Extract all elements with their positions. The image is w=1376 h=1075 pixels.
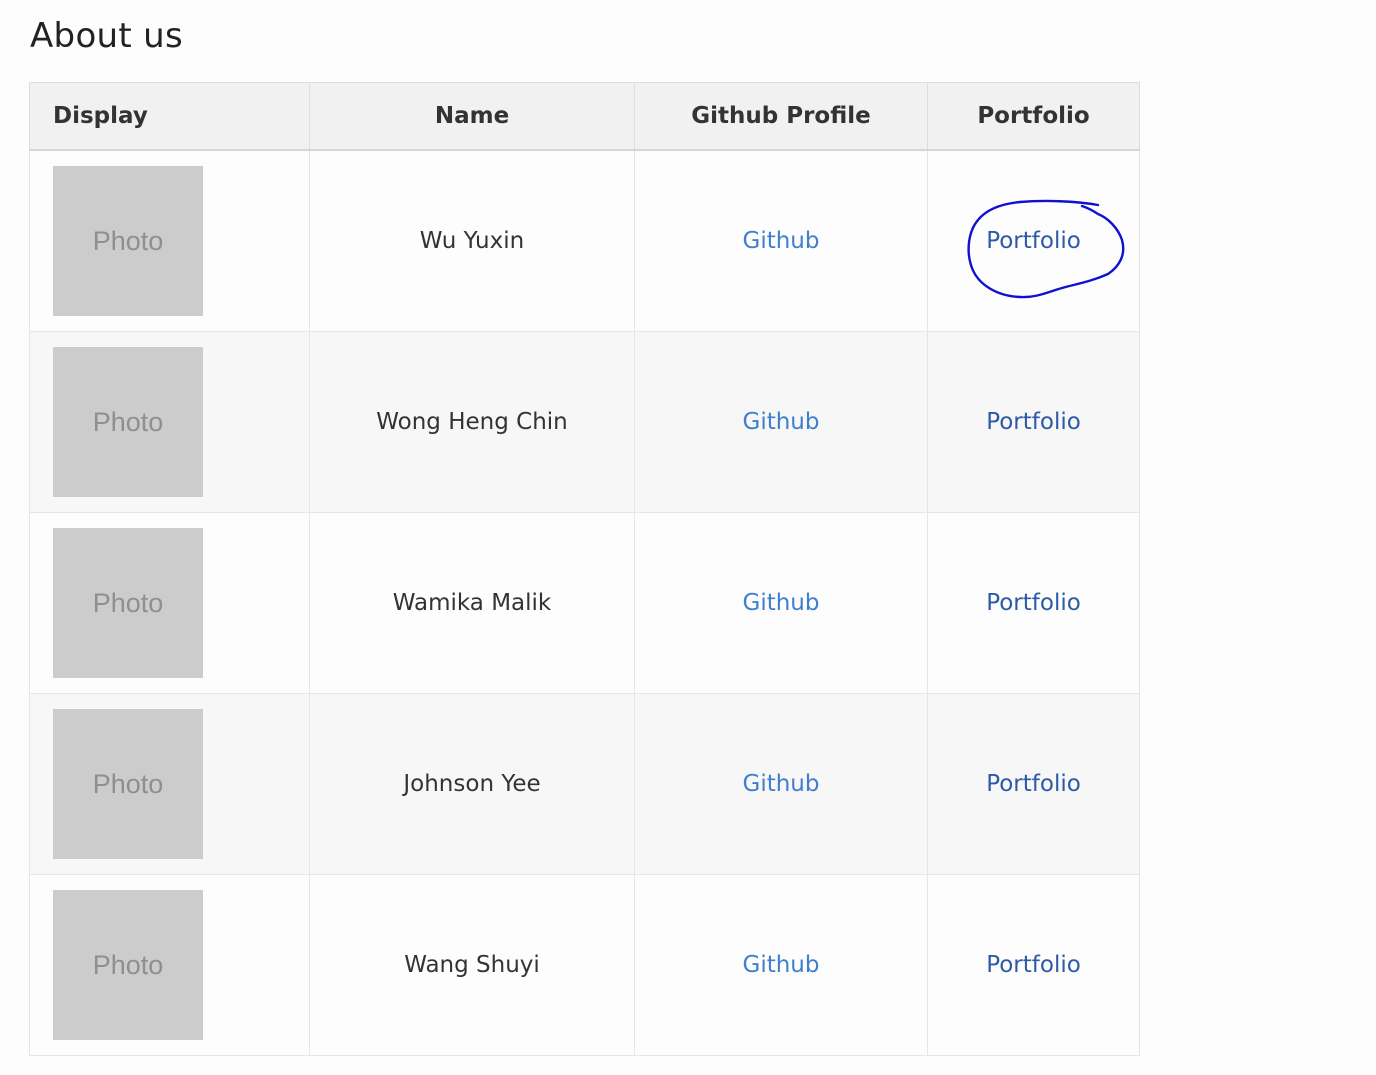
- page-title: About us: [30, 16, 183, 56]
- github-cell: Github: [634, 874, 928, 1056]
- github-link[interactable]: Github: [743, 771, 820, 797]
- github-cell: Github: [634, 331, 928, 513]
- column-header-portfolio: Portfolio: [927, 82, 1140, 151]
- portfolio-link[interactable]: Portfolio: [986, 771, 1081, 797]
- portfolio-cell: Portfolio: [927, 331, 1140, 513]
- github-cell: Github: [634, 693, 928, 875]
- photo-placeholder: Photo: [53, 166, 203, 316]
- photo-placeholder: Photo: [53, 890, 203, 1040]
- name-cell: Wu Yuxin: [309, 149, 635, 332]
- portfolio-cell: Portfolio: [927, 874, 1140, 1056]
- github-link[interactable]: Github: [743, 409, 820, 435]
- table-row: Photo Wamika Malik Github Portfolio: [29, 512, 1140, 694]
- portfolio-link[interactable]: Portfolio: [986, 590, 1081, 616]
- portfolio-cell: Portfolio: [927, 512, 1140, 694]
- table-row: Photo Johnson Yee Github Portfolio: [29, 693, 1140, 875]
- member-name: Johnson Yee: [403, 771, 541, 797]
- table-body: Photo Wu Yuxin Github Portfolio Photo Wo…: [29, 149, 1140, 1056]
- name-cell: Wang Shuyi: [309, 874, 635, 1056]
- portfolio-cell: Portfolio: [927, 149, 1140, 332]
- member-name: Wamika Malik: [392, 590, 552, 616]
- photo-placeholder: Photo: [53, 347, 203, 497]
- column-header-display: Display: [29, 82, 310, 151]
- name-cell: Wamika Malik: [309, 512, 635, 694]
- github-cell: Github: [634, 512, 928, 694]
- photo-placeholder: Photo: [53, 528, 203, 678]
- team-table: Display Name Github Profile Portfolio Ph…: [29, 82, 1140, 1056]
- portfolio-link[interactable]: Portfolio: [986, 952, 1081, 978]
- table-header-row: Display Name Github Profile Portfolio: [29, 82, 1140, 151]
- display-cell: Photo: [29, 331, 310, 513]
- portfolio-link[interactable]: Portfolio: [986, 228, 1081, 254]
- name-cell: Wong Heng Chin: [309, 331, 635, 513]
- display-cell: Photo: [29, 512, 310, 694]
- member-name: Wong Heng Chin: [376, 409, 568, 435]
- name-cell: Johnson Yee: [309, 693, 635, 875]
- table-row: Photo Wong Heng Chin Github Portfolio: [29, 331, 1140, 513]
- column-header-name: Name: [309, 82, 635, 151]
- github-link[interactable]: Github: [743, 228, 820, 254]
- member-name: Wang Shuyi: [404, 952, 540, 978]
- github-link[interactable]: Github: [743, 952, 820, 978]
- table-row: Photo Wang Shuyi Github Portfolio: [29, 874, 1140, 1056]
- photo-placeholder: Photo: [53, 709, 203, 859]
- display-cell: Photo: [29, 149, 310, 332]
- table-row: Photo Wu Yuxin Github Portfolio: [29, 149, 1140, 332]
- portfolio-cell: Portfolio: [927, 693, 1140, 875]
- portfolio-link[interactable]: Portfolio: [986, 409, 1081, 435]
- github-cell: Github: [634, 149, 928, 332]
- table-header: Display Name Github Profile Portfolio: [29, 82, 1140, 151]
- display-cell: Photo: [29, 874, 310, 1056]
- display-cell: Photo: [29, 693, 310, 875]
- column-header-github: Github Profile: [634, 82, 928, 151]
- member-name: Wu Yuxin: [419, 228, 525, 254]
- github-link[interactable]: Github: [743, 590, 820, 616]
